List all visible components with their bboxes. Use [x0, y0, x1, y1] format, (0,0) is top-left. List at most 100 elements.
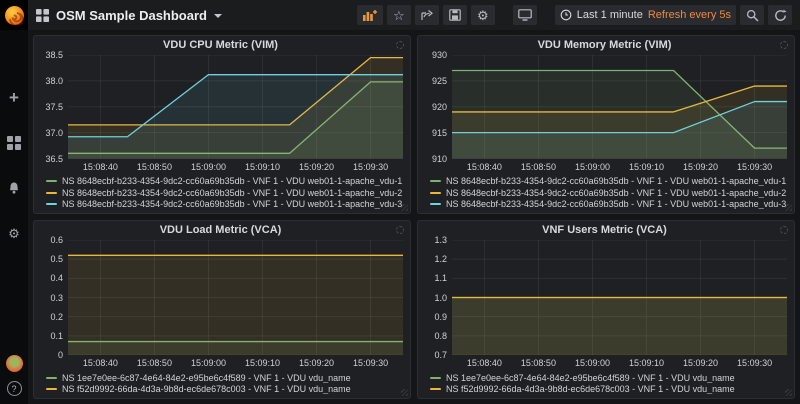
legend: NS 8648ecbf-b233-4354-9dc2-cc60a69b35db …: [38, 174, 403, 211]
legend-item[interactable]: NS 8648ecbf-b233-4354-9dc2-cc60a69b35db …: [46, 176, 403, 188]
y-axis: 0.70.80.91.01.11.21.3: [422, 240, 452, 355]
y-tick-label: 0.8: [434, 331, 447, 341]
chart-canvas[interactable]: [68, 240, 403, 355]
gear-icon: ⚙: [8, 227, 20, 240]
dashboard-title-group[interactable]: OSM Sample Dashboard: [36, 8, 222, 23]
y-axis: 910915920925930: [422, 55, 452, 159]
series-color-dash-icon: [46, 377, 57, 379]
panel-settings-button[interactable]: ⚙: [471, 5, 495, 25]
y-axis: 00.10.20.30.40.50.6: [38, 240, 68, 355]
chart: [452, 55, 787, 159]
legend-item[interactable]: NS 8648ecbf-b233-4354-9dc2-cc60a69b35db …: [430, 199, 787, 211]
series-name: NS 1ee7e0ee-6c87-4e64-84e2-e95be6c4f589 …: [62, 373, 351, 383]
x-tick-label: 15:08:40: [83, 162, 118, 172]
monitor-icon: [518, 9, 532, 21]
legend: NS 8648ecbf-b233-4354-9dc2-cc60a69b35db …: [422, 174, 787, 211]
x-tick-label: 15:08:50: [137, 162, 172, 172]
series-name: NS 1ee7e0ee-6c87-4e64-84e2-e95be6c4f589 …: [446, 373, 735, 383]
grafana-logo-icon: [5, 6, 24, 25]
x-tick-label: 15:09:30: [737, 358, 772, 368]
user-avatar[interactable]: [6, 355, 23, 372]
help-icon[interactable]: ?: [7, 381, 22, 396]
legend-item[interactable]: NS f52d9992-66da-4d3a-9b8d-ec6de678c003 …: [430, 384, 787, 396]
gear-icon: ⚙: [477, 9, 489, 22]
plus-icon: +: [9, 88, 19, 108]
y-tick-label: 38.5: [45, 50, 63, 60]
panel-resize-handle[interactable]: [785, 204, 792, 211]
y-tick-label: 36.5: [45, 154, 63, 164]
sidebar-item-dashboards[interactable]: [4, 133, 24, 153]
add-panel-button[interactable]: [357, 5, 383, 25]
legend: NS 1ee7e0ee-6c87-4e64-84e2-e95be6c4f589 …: [422, 370, 787, 395]
sidebar-item-configuration[interactable]: ⚙: [4, 223, 24, 243]
chevron-down-icon: [214, 14, 222, 18]
legend-item[interactable]: NS 8648ecbf-b233-4354-9dc2-cc60a69b35db …: [430, 176, 787, 188]
share-icon: [420, 9, 433, 22]
x-tick-label: 15:09:00: [575, 162, 610, 172]
series-name: NS 8648ecbf-b233-4354-9dc2-cc60a69b35db …: [446, 188, 786, 198]
series-color-dash-icon: [46, 180, 57, 182]
panel-title[interactable]: VNF Users Metric (VCA): [422, 224, 787, 240]
search-button[interactable]: [740, 5, 764, 25]
series-name: NS 8648ecbf-b233-4354-9dc2-cc60a69b35db …: [446, 199, 786, 209]
clock-icon: [560, 9, 572, 21]
sidebar-item-create[interactable]: +: [4, 88, 24, 108]
chart-canvas[interactable]: [452, 55, 787, 159]
four-squares-icon: [7, 136, 21, 150]
chart-canvas[interactable]: [68, 55, 403, 159]
x-tick-label: 15:09:10: [245, 358, 280, 368]
panel-title[interactable]: VDU CPU Metric (VIM): [38, 39, 403, 55]
y-tick-label: 0.9: [434, 312, 447, 322]
legend-item[interactable]: NS 1ee7e0ee-6c87-4e64-84e2-e95be6c4f589 …: [430, 372, 787, 384]
chart: [68, 240, 403, 355]
y-tick-label: 930: [432, 50, 447, 60]
sidebar-bottom: ?: [6, 355, 23, 396]
share-button[interactable]: [415, 5, 439, 25]
series-color-dash-icon: [430, 192, 441, 194]
legend-item[interactable]: NS 8648ecbf-b233-4354-9dc2-cc60a69b35db …: [430, 187, 787, 199]
panel-resize-handle[interactable]: [785, 389, 792, 396]
search-icon: [746, 9, 759, 22]
legend-item[interactable]: NS 8648ecbf-b233-4354-9dc2-cc60a69b35db …: [46, 199, 403, 211]
star-button[interactable]: ☆: [387, 5, 411, 25]
y-tick-label: 0.2: [50, 312, 63, 322]
y-tick-label: 920: [432, 102, 447, 112]
time-picker-button[interactable]: Last 1 minute Refresh every 5s: [555, 5, 736, 25]
series-color-dash-icon: [430, 388, 441, 390]
save-button[interactable]: [443, 5, 467, 25]
plot-area: 36.537.037.538.038.5 15:08:4015:08:5015:…: [38, 55, 403, 174]
tv-mode-button[interactable]: [513, 5, 537, 25]
panel-vdu-memory-metric: VDU Memory Metric (VIM) 910915920925930 …: [417, 35, 795, 214]
x-tick-label: 15:09:00: [191, 358, 226, 368]
bar-chart-plus-icon: [362, 9, 378, 22]
x-tick-label: 15:09:30: [353, 162, 388, 172]
legend-item[interactable]: NS 1ee7e0ee-6c87-4e64-84e2-e95be6c4f589 …: [46, 372, 403, 384]
x-tick-label: 15:09:10: [245, 162, 280, 172]
panel-vdu-cpu-metric: VDU CPU Metric (VIM) 36.537.037.538.038.…: [33, 35, 411, 214]
x-tick-label: 15:09:00: [191, 162, 226, 172]
sidebar-item-alerting[interactable]: [4, 178, 24, 198]
plot-area: 00.10.20.30.40.50.6 15:08:4015:08:5015:0…: [38, 240, 403, 370]
grafana-logo[interactable]: [0, 0, 28, 30]
legend-item[interactable]: NS f52d9992-66da-4d3a-9b8d-ec6de678c003 …: [46, 384, 403, 396]
panel-title[interactable]: VDU Load Metric (VCA): [38, 224, 403, 240]
y-tick-label: 0.4: [50, 273, 63, 283]
y-tick-label: 0.3: [50, 293, 63, 303]
dashboard-grid: VDU CPU Metric (VIM) 36.537.037.538.038.…: [28, 30, 800, 404]
legend: NS 1ee7e0ee-6c87-4e64-84e2-e95be6c4f589 …: [38, 370, 403, 395]
chart-canvas[interactable]: [452, 240, 787, 355]
series-color-dash-icon: [430, 377, 441, 379]
series-color-dash-icon: [430, 180, 441, 182]
series-name: NS 8648ecbf-b233-4354-9dc2-cc60a69b35db …: [62, 188, 402, 198]
save-icon: [449, 9, 461, 21]
panel-resize-handle[interactable]: [401, 389, 408, 396]
x-axis: 15:08:4015:08:5015:09:0015:09:1015:09:20…: [68, 355, 403, 370]
panel-title[interactable]: VDU Memory Metric (VIM): [422, 39, 787, 55]
panel-resize-handle[interactable]: [401, 204, 408, 211]
y-tick-label: 0.7: [434, 350, 447, 360]
dashboard-title: OSM Sample Dashboard: [56, 8, 207, 23]
x-tick-label: 15:09:20: [299, 162, 334, 172]
y-tick-label: 0.6: [50, 235, 63, 245]
refresh-button[interactable]: [768, 5, 792, 25]
legend-item[interactable]: NS 8648ecbf-b233-4354-9dc2-cc60a69b35db …: [46, 187, 403, 199]
